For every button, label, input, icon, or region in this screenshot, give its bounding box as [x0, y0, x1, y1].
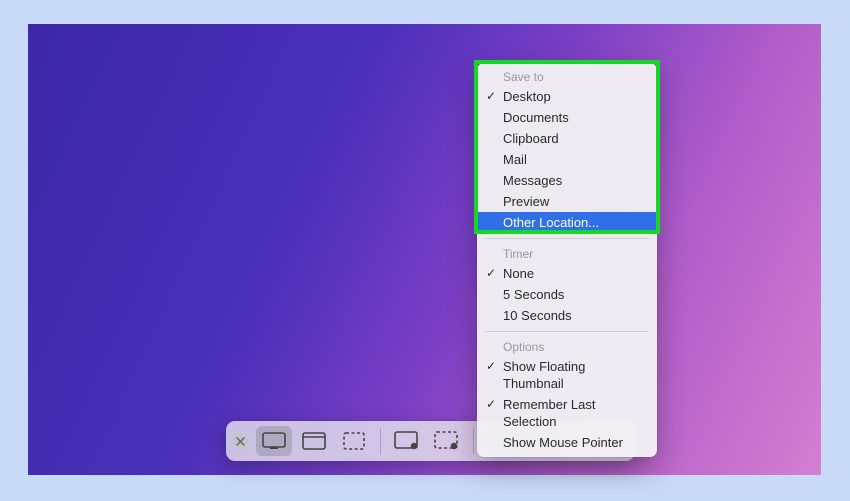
check-icon: ✓: [486, 396, 496, 413]
record-entire-screen-button[interactable]: [389, 426, 425, 456]
menu-item-label: Desktop: [503, 89, 551, 104]
capture-window-button[interactable]: [296, 426, 332, 456]
toolbar-divider: [473, 428, 474, 454]
menu-section-options: Options: [477, 337, 657, 356]
menu-item-label: Messages: [503, 173, 562, 188]
close-icon[interactable]: [232, 433, 248, 449]
menu-item[interactable]: ✓ Desktop: [477, 86, 657, 107]
menu-item[interactable]: Clipboard: [477, 128, 657, 149]
desktop-wallpaper: Options Capture Save to ✓DesktopDocument…: [28, 24, 821, 475]
menu-separator: [485, 331, 649, 332]
options-menu: Save to ✓ Desktop Documents Clipboard Mail Me…: [477, 63, 657, 457]
menu-separator: [485, 238, 649, 239]
check-icon: ✓: [486, 358, 496, 375]
menu-item-label: Show Floating Thumbnail: [503, 359, 585, 391]
menu-item-label: Mail: [503, 152, 527, 167]
menu-item[interactable]: Preview: [477, 191, 657, 212]
toolbar-divider: [380, 428, 381, 454]
capture-selection-button[interactable]: [336, 426, 372, 456]
menu-item[interactable]: ✓ None: [477, 263, 657, 284]
menu-item-label: Other Location...: [503, 215, 599, 230]
menu-section-save-to: Save to: [477, 67, 657, 86]
menu-item[interactable]: Other Location...: [477, 212, 657, 233]
menu-item-label: Show Mouse Pointer: [503, 435, 623, 450]
record-selection-button[interactable]: [429, 426, 465, 456]
menu-item[interactable]: Messages: [477, 170, 657, 191]
menu-item-label: None: [503, 266, 534, 281]
menu-item[interactable]: Mail: [477, 149, 657, 170]
menu-section-timer: Timer: [477, 244, 657, 263]
capture-entire-screen-button[interactable]: [256, 426, 292, 456]
menu-item-label: Preview: [503, 194, 549, 209]
menu-item[interactable]: Show Mouse Pointer: [477, 432, 657, 453]
menu-item-label: Clipboard: [503, 131, 559, 146]
menu-item[interactable]: ✓ Show Floating Thumbnail: [477, 356, 657, 394]
menu-item[interactable]: 10 Seconds: [477, 305, 657, 326]
menu-item[interactable]: 5 Seconds: [477, 284, 657, 305]
menu-item[interactable]: Documents: [477, 107, 657, 128]
menu-item-label: 10 Seconds: [503, 308, 572, 323]
menu-item-label: Documents: [503, 110, 569, 125]
menu-item[interactable]: ✓ Remember Last Selection: [477, 394, 657, 432]
check-icon: ✓: [486, 88, 496, 105]
menu-item-label: 5 Seconds: [503, 287, 564, 302]
menu-item-label: Remember Last Selection: [503, 397, 595, 429]
check-icon: ✓: [486, 265, 496, 282]
